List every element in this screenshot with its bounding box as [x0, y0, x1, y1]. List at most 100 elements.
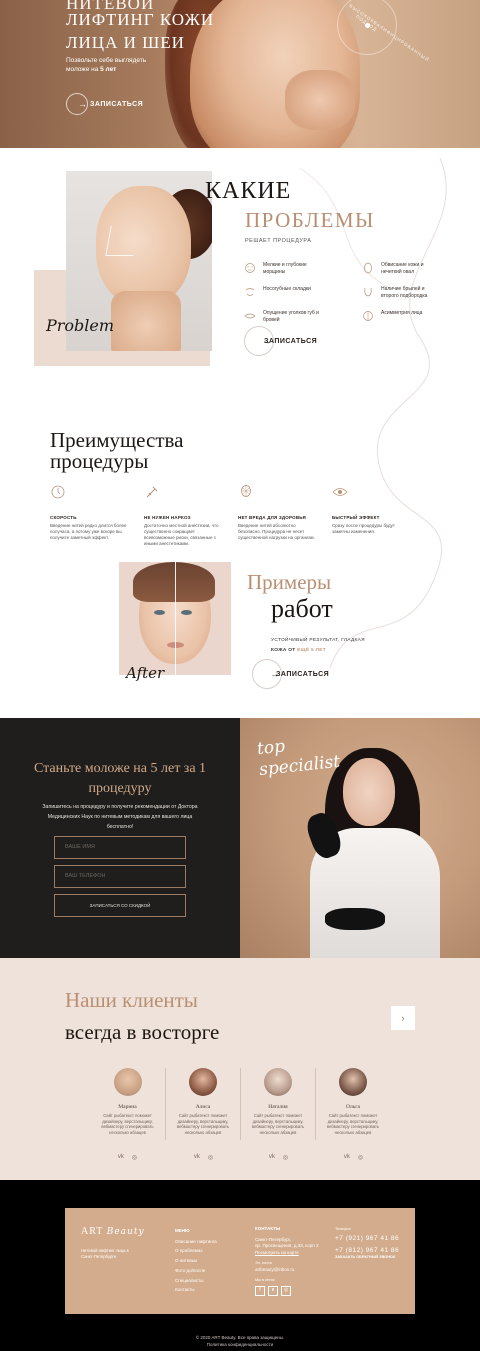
advantages-grid: СКОРОСТЬ Введение нитей редко длится бол…	[50, 484, 410, 547]
photo-hair	[133, 562, 215, 602]
footer-menu-item[interactable]: Специалисты	[175, 1276, 217, 1286]
vk-icon[interactable]: vk	[269, 1154, 275, 1161]
examples-signup-label: ЗАПИСАТЬСЯ	[276, 670, 330, 678]
phone-1[interactable]: +7 (921) 967 41 86	[335, 1235, 399, 1242]
advantage-text: Введение нитей абсолютно безопасно. Проц…	[238, 523, 315, 540]
advantages-title-line1: Преимущества	[50, 428, 184, 452]
problems-subtitle: РЕШАЕТ ПРОЦЕДУРА	[245, 238, 312, 244]
examples-subtitle: УСТОЙЧИВЫЙ РЕЗУЛЬТАТ, ГЛАДКАЯ КОЖА ОТ ЕЩ…	[271, 636, 365, 656]
advantage-heading: БЫСТРЫЙ ЭФФЕКТ	[332, 515, 380, 520]
advantage-item: НЕ НУЖЕН НАРКОЗ Достаточно местной анест…	[144, 484, 222, 547]
hero-title: НИТЕВОЙ ЛИФТИНГ КОЖИ ЛИЦА И ШЕИ	[66, 0, 214, 54]
examples-title-line1: Примеры	[247, 570, 332, 594]
advantage-item: НЕТ ВРЕДА ДЛЯ ЗДОРОВЬЯ Введение нитей аб…	[238, 484, 316, 547]
facebook-icon[interactable]: f	[255, 1285, 265, 1296]
badge-text: ВЫСОКОКВАЛИФИЦИРОВАННЫЙ ПОДХОД	[348, 3, 431, 63]
clock-icon	[51, 485, 65, 499]
eye-icon	[332, 488, 348, 496]
advantage-heading: НЕ НУЖЕН НАРКОЗ	[144, 515, 191, 520]
qualification-badge: ВЫСОКОКВАЛИФИЦИРОВАННЫЙ ПОДХОД	[337, 0, 431, 63]
problem-text: Мелкие и глубокие морщины	[263, 262, 307, 275]
phone-input[interactable]: ВАШ ТЕЛЕФОН	[54, 865, 186, 888]
advantage-item: БЫСТРЫЙ ЭФФЕКТ Сразу после процедуры буд…	[332, 484, 410, 547]
callback-link[interactable]: ЗАКАЗАТЬ ОБРАТНЫЙ ЗВОНОК	[335, 1254, 399, 1261]
examples-signup-button[interactable]: → ЗАПИСАТЬСЯ	[252, 659, 329, 689]
avatar	[339, 1068, 367, 1096]
client-card: Марина Сайт рыбатекст поможет дизайнеру,…	[90, 1068, 165, 1161]
footer-menu-item[interactable]: Контакты	[175, 1285, 217, 1295]
name-input[interactable]: ВАШЕ ИМЯ	[54, 836, 186, 859]
face-wrinkles-icon	[245, 263, 255, 273]
chin-icon	[364, 287, 372, 297]
before-after-photo	[119, 562, 231, 675]
phone-2[interactable]: +7 (812) 967 41 86	[335, 1247, 399, 1254]
footer-menu-item[interactable]: О нитевых	[175, 1256, 217, 1266]
footer-contacts: КОНТАКТЫ Санкт-Петербург, пр. Просвещени…	[255, 1226, 318, 1296]
client-social: vk ◎	[241, 1154, 316, 1161]
client-social: vk ◎	[166, 1154, 241, 1161]
hero-subtitle-bold: 5 лет	[100, 66, 117, 73]
cta-title: Станьте моложе на 5 лет за 1 процедуру	[33, 761, 207, 796]
examples-title-line2: работ	[271, 594, 333, 623]
client-name: Марина	[118, 1104, 137, 1110]
vk-icon[interactable]: в	[268, 1285, 278, 1296]
vk-icon[interactable]: vk	[118, 1154, 124, 1161]
examples-subtitle-line1: УСТОЙЧИВЫЙ РЕЗУЛЬТАТ, ГЛАДКАЯ	[271, 638, 365, 643]
top-specialist-script: top specialist	[256, 731, 341, 781]
hero-photo-hand	[285, 70, 355, 130]
problems-list-left: Мелкие и глубокие морщины Носогубные скл…	[244, 262, 325, 334]
lips-icon	[244, 313, 256, 319]
clients-title-line1: Наши клиенты	[65, 988, 198, 1012]
footer: ART Beauty Нитевой лифтинг лица в Санкт-…	[0, 1180, 480, 1351]
before-after-divider[interactable]	[175, 562, 176, 675]
social-label: Мы в сетях	[255, 1278, 275, 1282]
vk-icon[interactable]: vk	[344, 1154, 350, 1161]
client-desc: Сайт рыбатекст поможет дизайнеру, верста…	[176, 1113, 230, 1135]
problems-list-right: Обвисание кожи и нечеткий овал Наличие б…	[362, 262, 443, 334]
map-link[interactable]: Посмотреть на карте	[255, 1250, 318, 1257]
client-social: vk ◎	[316, 1154, 391, 1161]
hero-section: НИТЕВОЙ ЛИФТИНГ КОЖИ ЛИЦА И ШЕИ Позвольт…	[0, 0, 480, 148]
examples-subtitle-accent: ЕЩЁ 5 ЛЕТ	[297, 648, 326, 653]
face-mesh-icon	[241, 485, 251, 497]
advantage-text: Сразу после процедуры будут заметны изме…	[332, 523, 395, 534]
footer-menu-item[interactable]: О проблемах	[175, 1246, 217, 1256]
instagram-icon[interactable]: ◎	[281, 1285, 291, 1296]
list-item: Обвисание кожи и нечеткий овал	[362, 262, 443, 286]
footer-menu-item[interactable]: Фото до/после	[175, 1266, 217, 1276]
hero-signup-label: ЗАПИСАТЬСЯ	[90, 100, 144, 108]
client-card: Алиса Сайт рыбатекст поможет дизайнеру, …	[165, 1068, 240, 1161]
privacy-link[interactable]: Политика конфиденциальности	[0, 1341, 480, 1348]
instagram-icon[interactable]: ◎	[283, 1154, 288, 1161]
clients-carousel: Марина Сайт рыбатекст поможет дизайнеру,…	[90, 1068, 390, 1161]
after-script-word: After	[126, 664, 165, 682]
problems-signup-label: ЗАПИСАТЬСЯ	[264, 337, 318, 345]
signup-form-panel: Станьте моложе на 5 лет за 1 процедуру З…	[0, 718, 240, 958]
phones-label: Телефон	[335, 1227, 351, 1231]
chevron-right-icon[interactable]: ›	[391, 1006, 415, 1030]
clients-title-line2: всегда в восторге	[65, 1020, 220, 1044]
footer-email[interactable]: artbeauty@inbox.ru	[255, 1267, 318, 1274]
instagram-icon[interactable]: ◎	[132, 1154, 137, 1161]
client-card: Ольга Сайт рыбатекст поможет дизайнеру, …	[315, 1068, 390, 1161]
client-desc: Сайт рыбатекст поможет дизайнеру, верста…	[326, 1113, 380, 1135]
photo-glove	[325, 908, 385, 930]
footer-menu-item[interactable]: Описание лифтинга	[175, 1237, 217, 1247]
problems-signup-button[interactable]: → ЗАПИСАТЬСЯ	[244, 326, 317, 356]
instagram-icon[interactable]: ◎	[208, 1154, 213, 1161]
examples-subtitle-line2: КОЖА ОТ ЕЩЁ 5 ЛЕТ	[271, 646, 365, 656]
footer-menu-heading: МЕНЮ	[175, 1228, 190, 1233]
hero-signup-button[interactable]: → ЗАПИСАТЬСЯ	[66, 93, 143, 115]
photo-lift-lines	[105, 226, 139, 256]
advantage-heading: НЕТ ВРЕДА ДЛЯ ЗДОРОВЬЯ	[238, 515, 306, 520]
copyright-text: © 2020 ART Beauty. Все права защищены.	[195, 1335, 285, 1340]
footer-logo[interactable]: ART Beauty	[81, 1226, 145, 1237]
footer-panel: ART Beauty Нитевой лифтинг лица в Санкт-…	[65, 1208, 415, 1314]
syringe-icon	[146, 486, 158, 498]
advantage-text: Достаточно местной анестезии, что сущест…	[144, 523, 219, 546]
vk-icon[interactable]: vk	[194, 1154, 200, 1161]
advantage-item: СКОРОСТЬ Введение нитей редко длится бол…	[50, 484, 128, 547]
client-social: vk ◎	[90, 1154, 165, 1161]
submit-discount-button[interactable]: ЗАПИСАТЬСЯ СО СКИДКОЙ	[54, 894, 186, 917]
instagram-icon[interactable]: ◎	[358, 1154, 363, 1161]
